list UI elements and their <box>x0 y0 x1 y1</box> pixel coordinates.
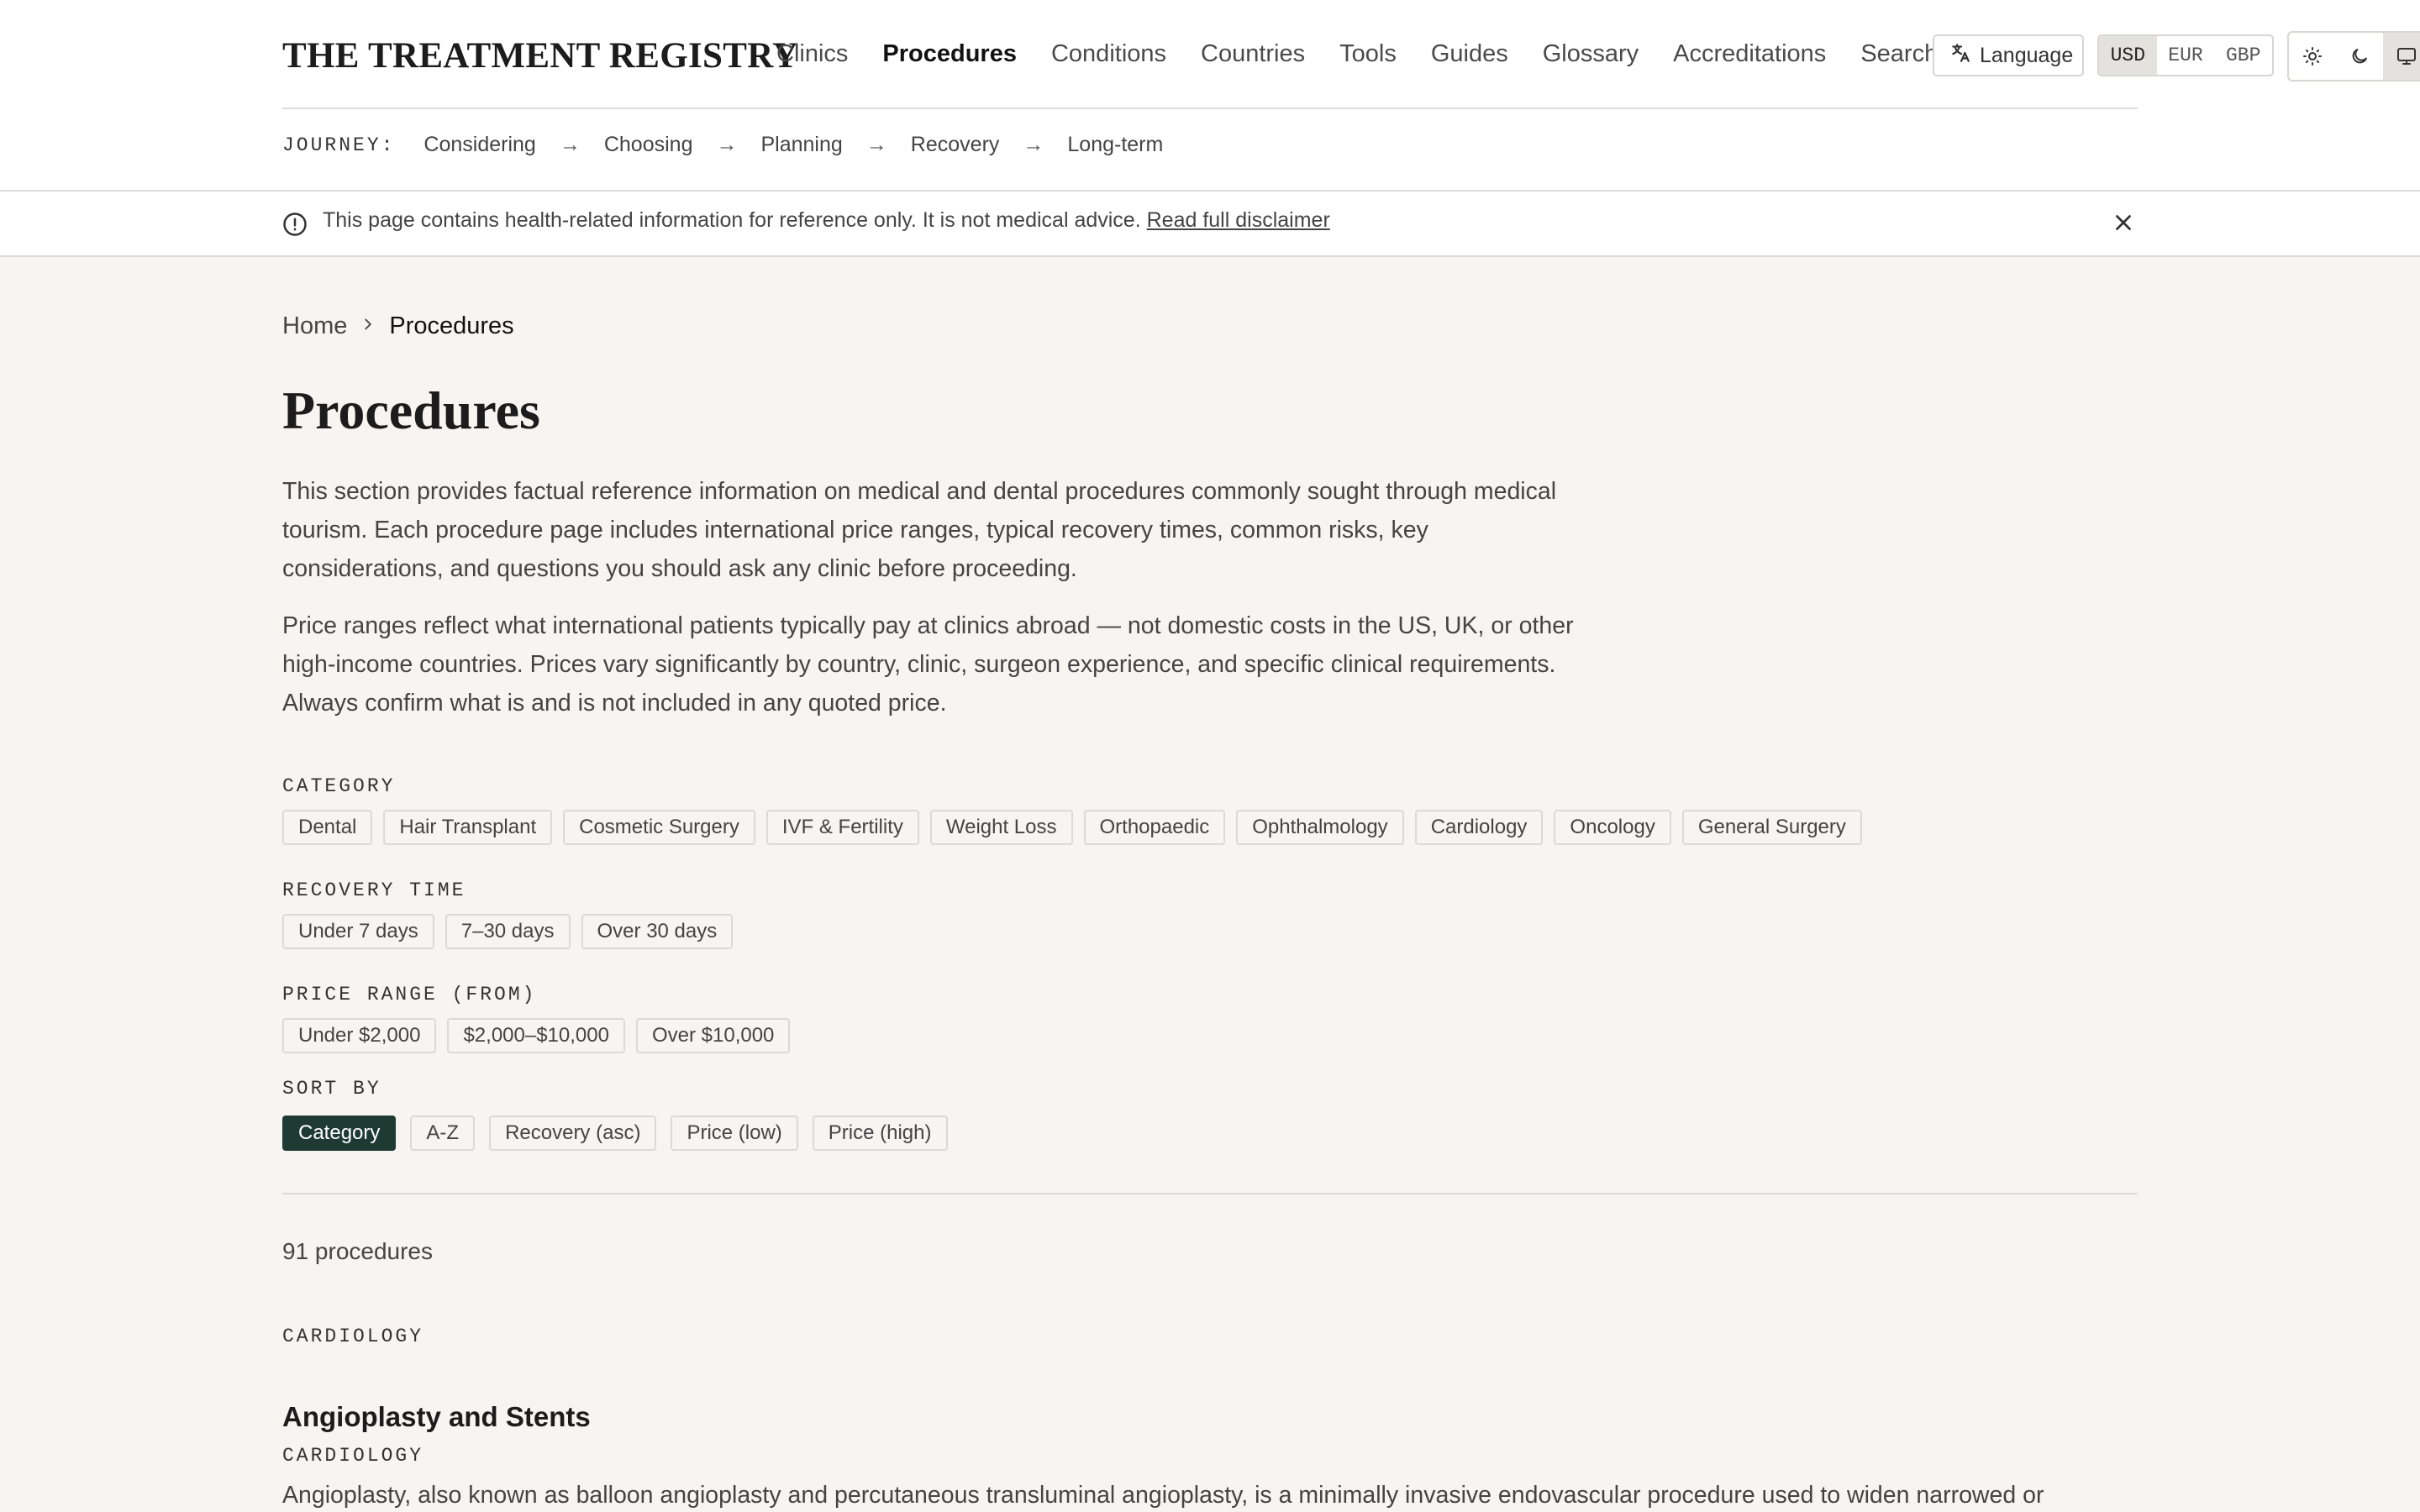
breadcrumb-current: Procedures <box>389 312 514 339</box>
translate-icon <box>1949 42 1971 70</box>
monitor-icon[interactable] <box>2383 33 2420 80</box>
chip-recovery-7-30[interactable]: 7–30 days <box>445 914 571 949</box>
moon-icon[interactable] <box>2336 33 2383 80</box>
breadcrumb: Home Procedures <box>282 312 514 340</box>
currency-eur[interactable]: EUR <box>2157 36 2215 75</box>
sort-category[interactable]: Category <box>282 1116 397 1151</box>
intro-paragraph-2: Price ranges reflect what international … <box>282 612 1574 717</box>
results-divider <box>282 1193 2138 1194</box>
chip-price-under-2000[interactable]: Under $2,000 <box>282 1018 437 1053</box>
sort-a-z[interactable]: A-Z <box>410 1116 476 1151</box>
sort-options: Category A-Z Recovery (asc) Price (low) … <box>282 1116 959 1151</box>
alert-circle-icon <box>282 212 308 241</box>
chip-cardiology[interactable]: Cardiology <box>1414 810 1544 845</box>
site-header: THE TREATMENT REGISTRY Clinics Procedure… <box>0 0 2420 190</box>
chip-recovery-over-30[interactable]: Over 30 days <box>581 914 734 949</box>
price-filter: Under $2,000 $2,000–$10,000 Over $10,000 <box>282 1018 801 1053</box>
theme-switcher <box>2287 31 2420 81</box>
journey-step-recovery[interactable]: Recovery <box>911 133 1000 157</box>
chip-dental[interactable]: Dental <box>282 810 373 845</box>
journey-step-choosing[interactable]: Choosing <box>604 133 693 157</box>
nav-procedures[interactable]: Procedures <box>882 40 1017 68</box>
chip-ophthalmology[interactable]: Ophthalmology <box>1236 810 1404 845</box>
sort-label: SORT BY <box>282 1078 381 1100</box>
category-filter-label: CATEGORY <box>282 775 396 797</box>
disclaimer-border <box>0 255 2420 257</box>
chip-oncology[interactable]: Oncology <box>1554 810 1671 845</box>
nav-countries[interactable]: Countries <box>1201 40 1305 68</box>
chip-hair-transplant[interactable]: Hair Transplant <box>383 810 553 845</box>
chip-orthopaedic[interactable]: Orthopaedic <box>1083 810 1226 845</box>
arrow-right-icon: → <box>716 133 738 156</box>
nav-search[interactable]: Search <box>1860 40 1938 68</box>
arrow-right-icon: → <box>865 133 887 156</box>
chip-weight-loss[interactable]: Weight Loss <box>929 810 1073 845</box>
disclaimer-message: This page contains health-related inform… <box>323 208 1141 232</box>
chip-ivf-fertility[interactable]: IVF & Fertility <box>765 810 919 845</box>
header-divider <box>282 108 2138 109</box>
procedure-description: Angioplasty, also known as balloon angio… <box>282 1482 2044 1509</box>
nav-guides[interactable]: Guides <box>1431 40 1508 68</box>
language-label: Language <box>1980 43 2074 67</box>
journey-step-planning[interactable]: Planning <box>760 133 842 157</box>
journey-label: JOURNEY: <box>282 134 396 156</box>
price-filter-label: PRICE RANGE (FROM) <box>282 984 537 1005</box>
category-filter: Dental Hair Transplant Cosmetic Surgery … <box>282 810 1873 845</box>
chip-recovery-under-7[interactable]: Under 7 days <box>282 914 434 949</box>
sort-price-low[interactable]: Price (low) <box>671 1116 798 1151</box>
language-button[interactable]: Language <box>1933 34 2084 76</box>
disclaimer-text: This page contains health-related inform… <box>323 208 1330 233</box>
nav-conditions[interactable]: Conditions <box>1051 40 1166 68</box>
currency-usd[interactable]: USD <box>2099 36 2157 75</box>
currency-switcher: USD EUR GBP <box>2097 34 2274 76</box>
intro-paragraph-1: This section provides factual reference … <box>282 478 1557 582</box>
chip-general-surgery[interactable]: General Surgery <box>1681 810 1862 845</box>
disclaimer-link[interactable]: Read full disclaimer <box>1147 208 1330 232</box>
breadcrumb-home[interactable]: Home <box>282 312 347 340</box>
procedure-title[interactable]: Angioplasty and Stents <box>282 1401 591 1433</box>
journey-step-considering[interactable]: Considering <box>424 133 535 157</box>
site-logo[interactable]: THE TREATMENT REGISTRY <box>282 35 798 76</box>
sun-icon[interactable] <box>2289 33 2336 80</box>
chip-price-over-10000[interactable]: Over $10,000 <box>635 1018 791 1053</box>
close-icon[interactable] <box>2111 210 2136 239</box>
procedure-category: CARDIOLOGY <box>282 1445 424 1467</box>
nav-clinics[interactable]: Clinics <box>776 40 848 68</box>
chevron-right-icon <box>359 312 377 340</box>
chip-cosmetic-surgery[interactable]: Cosmetic Surgery <box>563 810 755 845</box>
group-heading: CARDIOLOGY <box>282 1326 424 1347</box>
currency-gbp[interactable]: GBP <box>2214 36 2272 75</box>
disclaimer-banner: This page contains health-related inform… <box>0 192 2420 255</box>
main-nav: Clinics Procedures Conditions Countries … <box>776 40 1972 68</box>
page-title: Procedures <box>282 381 540 440</box>
recovery-filter: Under 7 days 7–30 days Over 30 days <box>282 914 744 949</box>
arrow-right-icon: → <box>1023 133 1044 156</box>
results-count: 91 procedures <box>282 1238 434 1264</box>
journey-step-long-term[interactable]: Long-term <box>1067 133 1163 157</box>
nav-tools[interactable]: Tools <box>1339 40 1397 68</box>
sort-price-high[interactable]: Price (high) <box>812 1116 948 1151</box>
arrow-right-icon: → <box>559 133 581 156</box>
journey-bar: JOURNEY: Considering → Choosing → Planni… <box>282 133 1186 157</box>
nav-glossary[interactable]: Glossary <box>1543 40 1639 68</box>
chip-price-2000-10000[interactable]: $2,000–$10,000 <box>447 1018 625 1053</box>
sort-recovery-asc[interactable]: Recovery (asc) <box>489 1116 657 1151</box>
recovery-filter-label: RECOVERY TIME <box>282 879 466 901</box>
nav-accreditations[interactable]: Accreditations <box>1673 40 1826 68</box>
